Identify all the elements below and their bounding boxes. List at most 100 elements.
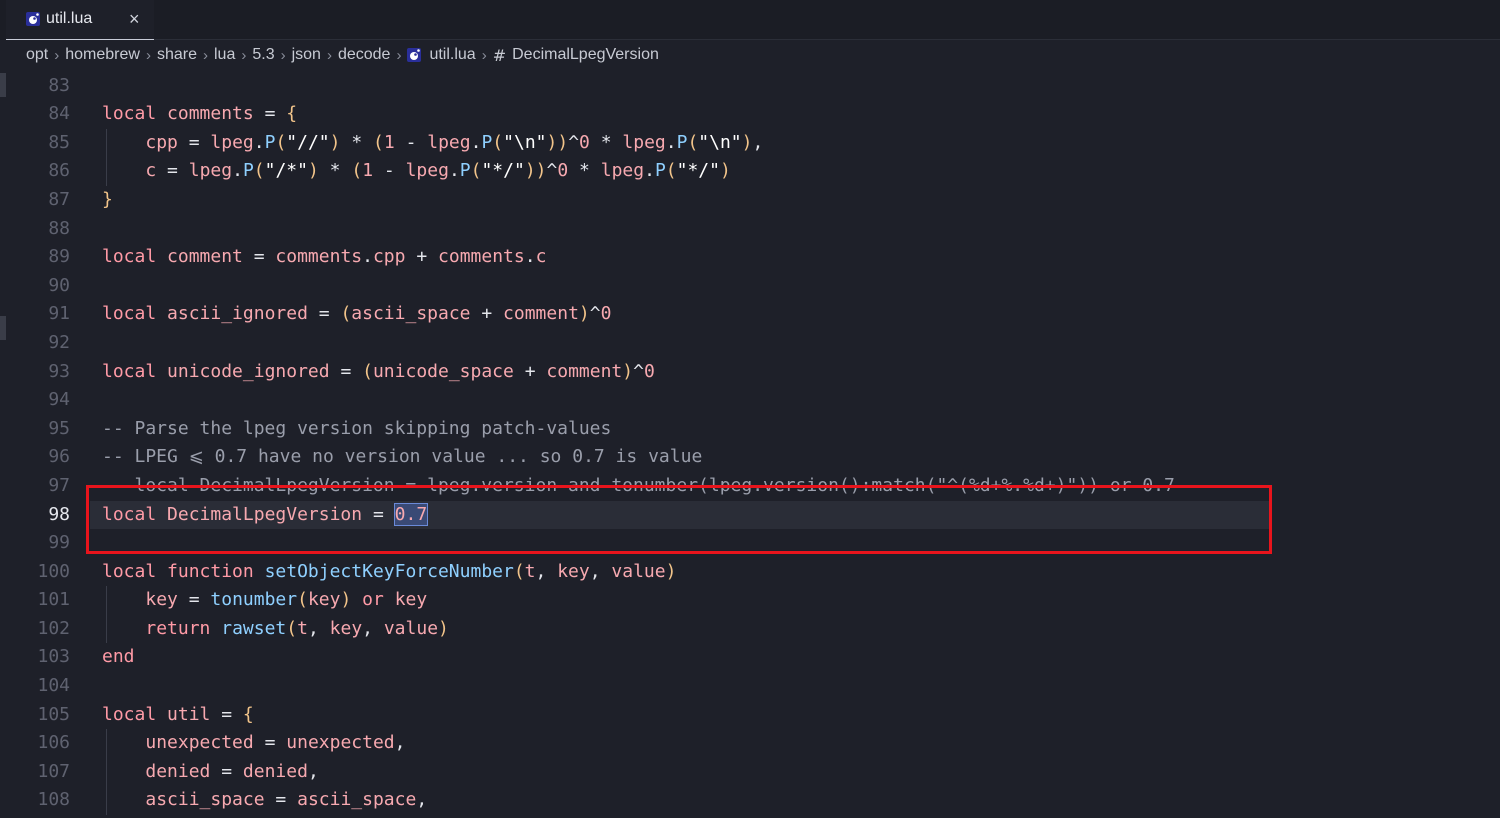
code-line[interactable]: 102 return rawset(t, key, value) [0, 614, 1500, 644]
line-number: 102 [37, 617, 70, 639]
line-number: 90 [48, 274, 70, 296]
line-number: 105 [37, 703, 70, 725]
breadcrumb-version[interactable]: 5.3 [252, 46, 274, 64]
line-number: 98 [48, 503, 70, 525]
tab-bar-border [154, 39, 1500, 40]
code-line[interactable]: 98 local DecimalLpegVersion = 0.7 [0, 500, 1500, 530]
code-line[interactable]: 101 key = tonumber(key) or key [0, 586, 1500, 615]
line-number: 104 [37, 675, 70, 697]
line-number: 88 [48, 217, 70, 239]
chevron-right-icon: › [326, 46, 332, 64]
code-line[interactable]: 86 c = lpeg.P("/*") * (1 - lpeg.P("*/"))… [0, 157, 1500, 186]
line-code: local unicode_ignored = (unicode_space +… [102, 360, 655, 382]
code-line[interactable]: 96 -- LPEG ⩽ 0.7 have no version value ..… [0, 443, 1500, 472]
breadcrumb-opt[interactable]: opt [26, 46, 48, 64]
code-line[interactable]: 84 local comments = { [0, 100, 1500, 129]
line-code: denied = denied, [145, 760, 319, 782]
line-number: 108 [37, 789, 70, 811]
line-code: local comments = { [102, 103, 298, 125]
line-code: -- local DecimalLpegVersion = lpeg.versi… [102, 474, 1175, 496]
line-code: unexpected = unexpected, [145, 732, 406, 754]
breadcrumb-file[interactable]: util.lua [429, 46, 475, 64]
symbol-hash-icon: # [492, 45, 507, 65]
breadcrumb: opt › homebrew › share › lua › 5.3 › jso… [26, 44, 659, 66]
code-line[interactable]: 93 local unicode_ignored = (unicode_space… [0, 358, 1500, 387]
line-code: local ascii_ignored = (ascii_space + com… [102, 303, 612, 325]
code-line[interactable]: 105 local util = { [0, 701, 1500, 730]
chevron-right-icon: › [202, 46, 208, 64]
code-line[interactable]: 89 local comment = comments.cpp + comment… [0, 243, 1500, 272]
chevron-right-icon: › [241, 46, 247, 64]
line-code: local DecimalLpegVersion = 0.7 [102, 502, 429, 526]
lua-file-icon [26, 12, 40, 26]
line-code: c = lpeg.P("/*") * (1 - lpeg.P("*/"))^0 … [145, 160, 731, 182]
line-number: 107 [37, 760, 70, 782]
breadcrumb-symbol[interactable]: DecimalLpegVersion [512, 46, 659, 64]
chevron-right-icon: › [396, 46, 402, 64]
code-line[interactable]: 107 denied = denied, [0, 757, 1500, 787]
code-line[interactable]: 108 ascii_space = ascii_space, [0, 786, 1500, 816]
code-line[interactable]: 85 cpp = lpeg.P("//") * (1 - lpeg.P("\n"… [0, 128, 1500, 158]
line-code: local comment = comments.cpp + comments.… [102, 246, 547, 268]
line-number: 100 [37, 560, 70, 582]
line-number: 89 [48, 246, 70, 268]
line-number: 99 [48, 532, 70, 554]
code-line[interactable]: 106 unexpected = unexpected, [0, 729, 1500, 758]
line-number: 103 [37, 646, 70, 668]
breadcrumb-lua[interactable]: lua [214, 46, 235, 64]
line-code: -- Parse the lpeg version skipping patch… [102, 417, 612, 439]
code-line[interactable]: 83 [0, 72, 1500, 101]
chevron-right-icon: › [280, 46, 286, 64]
chevron-right-icon: › [481, 46, 487, 64]
tab-util-lua[interactable]: util.lua × [6, 0, 154, 40]
line-code: ascii_space = ascii_space, [145, 789, 428, 811]
code-line[interactable]: 99 [0, 529, 1500, 558]
tab-bar: util.lua × [0, 0, 1500, 40]
breadcrumb-share[interactable]: share [157, 46, 197, 64]
breadcrumb-json[interactable]: json [292, 46, 321, 64]
close-icon[interactable]: × [129, 9, 140, 29]
code-line[interactable]: 88 [0, 215, 1500, 244]
line-number: 93 [48, 360, 70, 382]
line-code: local function setObjectKeyForceNumber(t… [102, 560, 677, 582]
line-number: 84 [48, 103, 70, 125]
text-selection: 0.7 [393, 502, 429, 526]
line-number: 86 [48, 160, 70, 182]
line-number: 96 [48, 446, 70, 468]
line-number: 83 [48, 74, 70, 96]
code-line[interactable]: 103 end [0, 643, 1500, 672]
line-code: -- LPEG ⩽ 0.7 have no version value ... … [102, 446, 703, 468]
code-line[interactable]: 90 [0, 272, 1500, 301]
line-code: cpp = lpeg.P("//") * (1 - lpeg.P("\n"))^… [145, 131, 764, 153]
code-lines: 82local hexpair = hex * hex8384local com… [0, 66, 1500, 816]
breadcrumb-homebrew[interactable]: homebrew [65, 46, 140, 64]
chevron-right-icon: › [54, 46, 60, 64]
code-line[interactable]: 97 -- local DecimalLpegVersion = lpeg.ver… [0, 472, 1500, 501]
line-number: 87 [48, 188, 70, 210]
code-line[interactable]: 91 local ascii_ignored = (ascii_space + c… [0, 300, 1500, 329]
line-code: end [102, 646, 135, 668]
line-number: 106 [37, 732, 70, 754]
tab-label: util.lua [46, 10, 93, 27]
code-line[interactable]: 87} [0, 186, 1500, 215]
breadcrumb-decode[interactable]: decode [338, 46, 391, 64]
line-code: local util = { [102, 703, 254, 725]
code-editor[interactable]: 82local hexpair = hex * hex8384local com… [0, 66, 1500, 818]
line-number: 95 [48, 417, 70, 439]
line-number: 101 [37, 589, 70, 611]
line-number: 92 [48, 331, 70, 353]
line-number: 94 [48, 389, 70, 411]
line-number: 97 [48, 474, 70, 496]
code-line[interactable]: 92 [0, 329, 1500, 358]
code-line[interactable]: 100 local function setObjectKeyForceNumbe… [0, 558, 1500, 587]
line-code: key = tonumber(key) or key [145, 589, 428, 611]
line-number: 91 [48, 303, 70, 325]
lua-file-icon [407, 48, 422, 62]
line-number: 85 [48, 131, 70, 153]
chevron-right-icon: › [145, 46, 151, 64]
code-line[interactable]: 94 [0, 386, 1500, 415]
line-code: } [102, 188, 113, 210]
code-line[interactable]: 95 -- Parse the lpeg version skipping pat… [0, 415, 1500, 444]
line-code: return rawset(t, key, value) [145, 617, 449, 639]
code-line[interactable]: 104 [0, 672, 1500, 701]
